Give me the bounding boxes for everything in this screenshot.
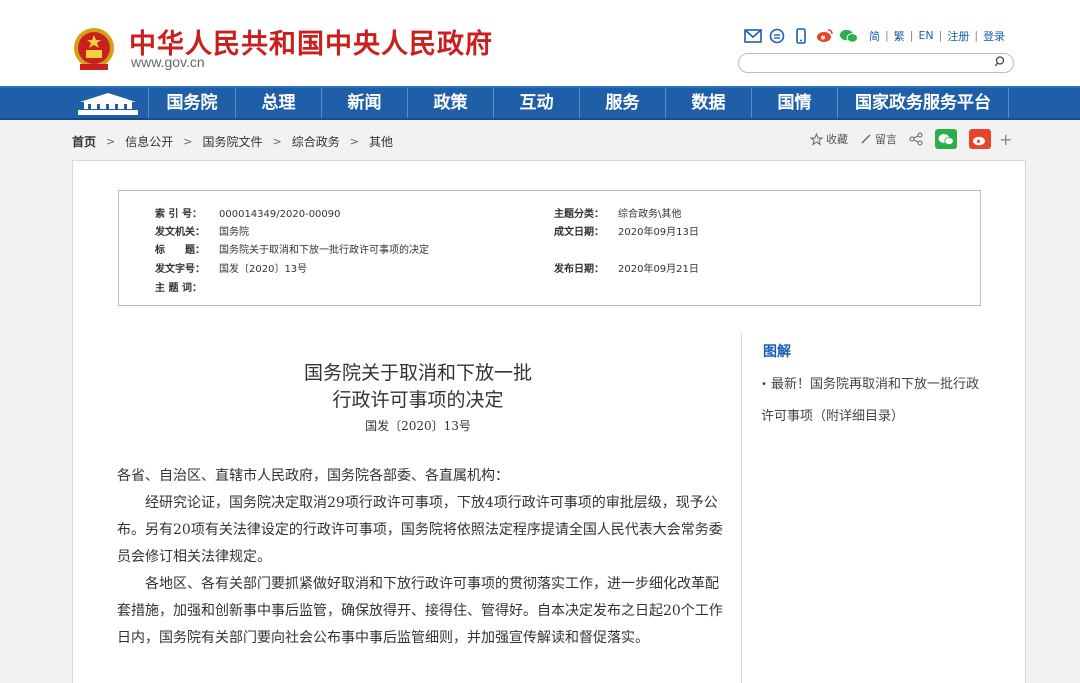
meta-date-row: 成文日期： 2020年09月13日 [554,223,699,238]
login-link[interactable]: 登录 [983,28,1005,44]
salutation: 各省、自治区、直辖市人民政府，国务院各部委、各直属机构： [117,468,509,484]
meta-title-value: 国务院关于取消和下放一批行政许可事项的决定 [219,245,429,256]
nav-item-service-platform[interactable]: 国家政务服务平台 [837,88,1009,118]
nav-item-interaction[interactable]: 互动 [493,88,579,118]
lang-simplified-link[interactable]: 简 [869,28,880,44]
favorite-label: 收藏 [826,133,848,146]
paragraph-2: 各地区、各有关部门要抓紧做好取消和下放行政许可事项的贯彻落实工作，进一步细化改革… [117,576,723,646]
meta-date-value: 2020年09月13日 [618,227,699,238]
meta-keywords-label: 主 题 词： [155,283,202,294]
meta-index-row: 索 引 号： 000014349/2020-00090 [155,205,341,220]
nav-item-data[interactable]: 数据 [665,88,751,118]
meta-topic-label: 主题分类： [554,209,604,220]
content-card: 索 引 号： 000014349/2020-00090 主题分类： 综合政务\其他 … [72,160,1026,683]
meta-publish-value: 2020年09月21日 [618,264,699,275]
meta-topic-value: 综合政务\其他 [618,209,682,220]
meta-index-label: 索 引 号： [155,209,202,220]
paragraph-1: 经研究论证，国务院决定取消29项行政许可事项，下放4项行政许可事项的审批层级，现… [117,495,723,565]
meta-date-label: 成文日期： [554,227,604,238]
separator: | [938,29,943,42]
site-header: 中华人民共和国中央人民政府 www.gov.cn 简 | 繁 | EN | 注册… [0,0,1080,86]
top-icons: 简 | 繁 | EN | 注册 | 登录 [743,27,1005,44]
main-nav: 国务院 总理 新闻 政策 互动 服务 数据 国情 国家政务服务平台 [0,86,1080,120]
document-title-line2: 行政许可事项的决定 [332,389,504,411]
article-tools: 收藏 留言 + [810,129,1012,149]
breadcrumb-other[interactable]: 其他 [369,133,393,150]
star-icon [810,132,823,146]
breadcrumb-home[interactable]: 首页 [72,133,96,150]
wechat-share-icon[interactable] [935,129,957,149]
document-title-line1: 国务院关于取消和下放一批 [303,362,532,384]
meta-title-label: 标 题： [155,245,205,256]
wechat-icon[interactable] [839,27,858,44]
meta-issuer-value: 国务院 [219,227,249,238]
column-divider [741,333,742,683]
separator: | [885,29,889,42]
meta-docno-label: 发文字号： [155,264,205,275]
mobile-icon[interactable] [791,27,810,44]
register-link[interactable]: 注册 [947,28,969,44]
site-url[interactable]: www.gov.cn [131,54,205,70]
nav-item-state-council[interactable]: 国务院 [148,88,235,118]
weibo-share-icon[interactable] [969,129,991,149]
share-icon[interactable] [909,132,923,146]
nav-item-national-info[interactable]: 国情 [751,88,837,118]
national-emblem-icon[interactable] [72,26,116,72]
meta-topic-row: 主题分类： 综合政务\其他 [554,205,681,220]
mail-icon[interactable] [743,27,762,44]
meta-keywords-row: 主 题 词： [155,279,219,294]
nav-items: 国务院 总理 新闻 政策 互动 服务 数据 国情 国家政务服务平台 [148,88,1009,118]
nav-item-premier[interactable]: 总理 [235,88,321,118]
comment-button[interactable]: 留言 [860,131,897,147]
chevron-right-icon: > [106,135,116,148]
meta-publish-label: 发布日期： [554,264,604,275]
message-icon[interactable] [767,27,786,44]
meta-issuer-label: 发文机关： [155,227,205,238]
bullet-dot: • [761,379,767,390]
sidebar-link-text: 最新！国务院再取消和下放一批行政许可事项（附详细目录） [761,377,980,424]
meta-docno-row: 发文字号： 国发〔2020〕13号 [155,260,307,275]
more-share-icon[interactable]: + [999,130,1012,149]
search-icon[interactable] [994,56,1006,70]
comment-label: 留言 [875,133,897,146]
meta-index-value: 000014349/2020-00090 [219,209,341,220]
document-body: 各省、自治区、直辖市人民政府，国务院各部委、各直属机构： 经研究论证，国务院决定… [117,463,727,652]
meta-title-row: 标 题： 国务院关于取消和下放一批行政许可事项的决定 [155,241,429,256]
search-box [738,53,1014,75]
separator: | [909,29,914,42]
language-links: 简 | 繁 | EN | 注册 | 登录 [869,28,1005,44]
favorite-button[interactable]: 收藏 [810,131,848,147]
chevron-right-icon: > [349,135,359,148]
home-building-icon[interactable] [70,90,146,118]
document-metadata: 索 引 号： 000014349/2020-00090 主题分类： 综合政务\其他 … [118,190,981,306]
nav-item-policy[interactable]: 政策 [407,88,493,118]
meta-docno-value: 国发〔2020〕13号 [219,264,308,275]
separator: | [974,29,979,42]
breadcrumb-state-council-docs[interactable]: 国务院文件 [202,133,262,150]
chevron-right-icon: > [272,135,282,148]
meta-issuer-row: 发文机关： 国务院 [155,223,249,238]
breadcrumb-info-public[interactable]: 信息公开 [125,133,173,150]
nav-item-news[interactable]: 新闻 [321,88,407,118]
sidebar-title[interactable]: 图解 [763,341,791,361]
sidebar-link[interactable]: • 最新！国务院再取消和下放一批行政许可事项（附详细目录） [761,369,981,433]
pencil-icon [861,134,871,144]
breadcrumb: 首页 > 信息公开 > 国务院文件 > 综合政务 > 其他 [72,133,393,150]
chevron-right-icon: > [183,135,193,148]
weibo-icon[interactable] [815,27,834,44]
lang-english-link[interactable]: EN [918,29,933,42]
document-number: 国发〔2020〕13号 [365,419,471,433]
meta-publish-row: 发布日期： 2020年09月21日 [554,260,699,275]
search-input[interactable] [749,57,989,75]
lang-traditional-link[interactable]: 繁 [894,28,905,44]
breadcrumb-general-affairs[interactable]: 综合政务 [292,133,340,150]
nav-item-service[interactable]: 服务 [579,88,665,118]
